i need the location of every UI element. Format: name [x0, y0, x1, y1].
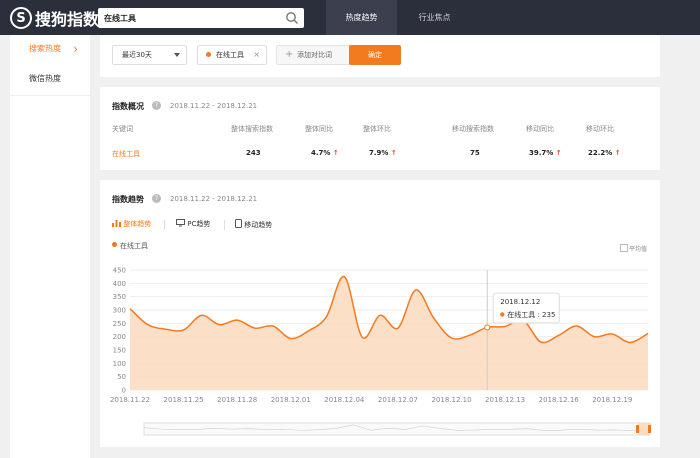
trend-panel: 指数趋势 ? 2018.11.22 - 2018.12.21 整体趋势 PC趋势…	[100, 180, 660, 447]
y-tick-label: 50	[117, 373, 126, 381]
filter-panel: 最近30天 在线工具 × + 添加对比词 确定	[100, 35, 660, 77]
overall-yoy-value: 4.7% ↑	[311, 149, 339, 157]
arrow-up-icon: ↑	[332, 149, 339, 157]
y-tick-label: 450	[113, 267, 126, 275]
search-icon[interactable]	[285, 11, 299, 25]
overview-panel: 指数概况 ? 2018.11.22 - 2018.12.21 关键词 整体搜索指…	[100, 87, 660, 170]
x-axis-ticks: 2018.11.22 2018.11.25 2018.11.28 2018.12.01…	[110, 396, 632, 404]
column-header-mobile-yoy: 移动同比	[526, 125, 554, 133]
column-header-mobile-mom: 移动环比	[586, 125, 614, 133]
chart-tooltip: 2018.12.12 在线工具 : 235	[492, 292, 560, 324]
hover-point	[484, 324, 491, 331]
x-tick-label: 2018.12.07	[378, 396, 418, 404]
column-header-keyword: 关键词	[112, 125, 133, 133]
x-tick-label: 2018.12.13	[485, 396, 525, 404]
sogou-index-logo[interactable]: S 搜狗指数	[10, 6, 99, 30]
y-tick-label: 400	[113, 280, 126, 288]
tooltip-value: 在线工具 : 235	[507, 310, 555, 319]
column-header-overall-yoy: 整体同比	[305, 125, 333, 133]
y-tick-label: 0	[122, 387, 126, 395]
confirm-button[interactable]: 确定	[349, 45, 401, 65]
keyword-color-dot	[206, 52, 211, 57]
sidebar-item-search-heat[interactable]: 搜索热度	[10, 35, 90, 63]
column-header-overall-index: 整体搜索指数	[231, 125, 273, 133]
arrow-up-icon: ↑	[614, 149, 621, 157]
plus-icon: +	[285, 49, 294, 60]
tooltip-date: 2018.12.12	[500, 298, 540, 306]
sidebar-divider	[10, 95, 90, 96]
sogou-logo-icon: S	[10, 7, 32, 29]
y-tick-label: 300	[113, 307, 126, 315]
period-select-value: 最近30天	[122, 51, 152, 59]
overview-date-range: 2018.11.22 - 2018.12.21	[170, 102, 258, 110]
overall-index-value: 243	[246, 149, 261, 157]
arrow-up-icon: ↑	[390, 149, 397, 157]
trend-chart[interactable]: 450400350300250200150100500 2018.11.22 20…	[100, 180, 660, 447]
x-tick-label: 2018.12.19	[592, 396, 632, 404]
keyword-chip-label: 在线工具	[216, 51, 244, 59]
mobile-mom-value: 22.2% ↑	[588, 149, 621, 157]
keyword-link[interactable]: 在线工具	[112, 149, 140, 159]
y-tick-label: 200	[113, 333, 126, 341]
y-tick-label: 350	[113, 293, 126, 301]
x-tick-label: 2018.11.25	[164, 396, 204, 404]
range-handle-left	[636, 425, 639, 433]
y-tick-label: 250	[113, 320, 126, 328]
sidebar: 搜索热度 微信热度	[10, 35, 90, 458]
x-tick-label: 2018.11.22	[110, 396, 150, 404]
overview-title: 指数概况	[112, 102, 144, 111]
x-tick-label: 2018.12.10	[431, 396, 471, 404]
x-tick-label: 2018.12.04	[324, 396, 365, 404]
add-compare-label: 添加对比词	[297, 51, 332, 59]
y-tick-label: 100	[113, 360, 126, 368]
chevron-down-icon	[174, 53, 180, 57]
sidebar-item-wechat-heat[interactable]: 微信热度	[10, 65, 90, 93]
tab-industry-focus[interactable]: 行业焦点	[397, 0, 472, 35]
logo-text: 搜狗指数	[35, 10, 100, 29]
help-icon[interactable]: ?	[152, 101, 161, 110]
column-header-overall-mom: 整体环比	[363, 125, 391, 133]
search-box	[98, 8, 304, 28]
mobile-yoy-value: 39.7% ↑	[529, 149, 562, 157]
period-select[interactable]: 最近30天	[112, 45, 187, 65]
x-tick-label: 2018.12.01	[271, 396, 311, 404]
y-axis-ticks: 450 400 350 300 250 200 150 100 50 0	[113, 267, 126, 395]
tab-heat-trend[interactable]: 热度趋势	[326, 0, 397, 35]
keyword-chip: 在线工具 ×	[197, 45, 267, 65]
range-handle-right	[648, 425, 651, 433]
area-fill	[130, 276, 648, 390]
tooltip-dot	[500, 312, 505, 317]
arrow-up-icon: ↑	[555, 149, 562, 157]
close-icon[interactable]: ×	[253, 46, 260, 64]
column-header-mobile-index: 移动搜索指数	[452, 125, 494, 133]
top-header: S 搜狗指数 热度趋势 行业焦点	[0, 0, 700, 35]
x-tick-label: 2018.11.28	[217, 396, 257, 404]
range-slider[interactable]	[143, 422, 651, 436]
y-tick-label: 150	[113, 347, 126, 355]
search-input[interactable]	[104, 11, 284, 25]
mobile-index-value: 75	[470, 149, 480, 157]
x-tick-label: 2018.12.16	[539, 396, 580, 404]
overall-mom-value: 7.9% ↑	[369, 149, 397, 157]
